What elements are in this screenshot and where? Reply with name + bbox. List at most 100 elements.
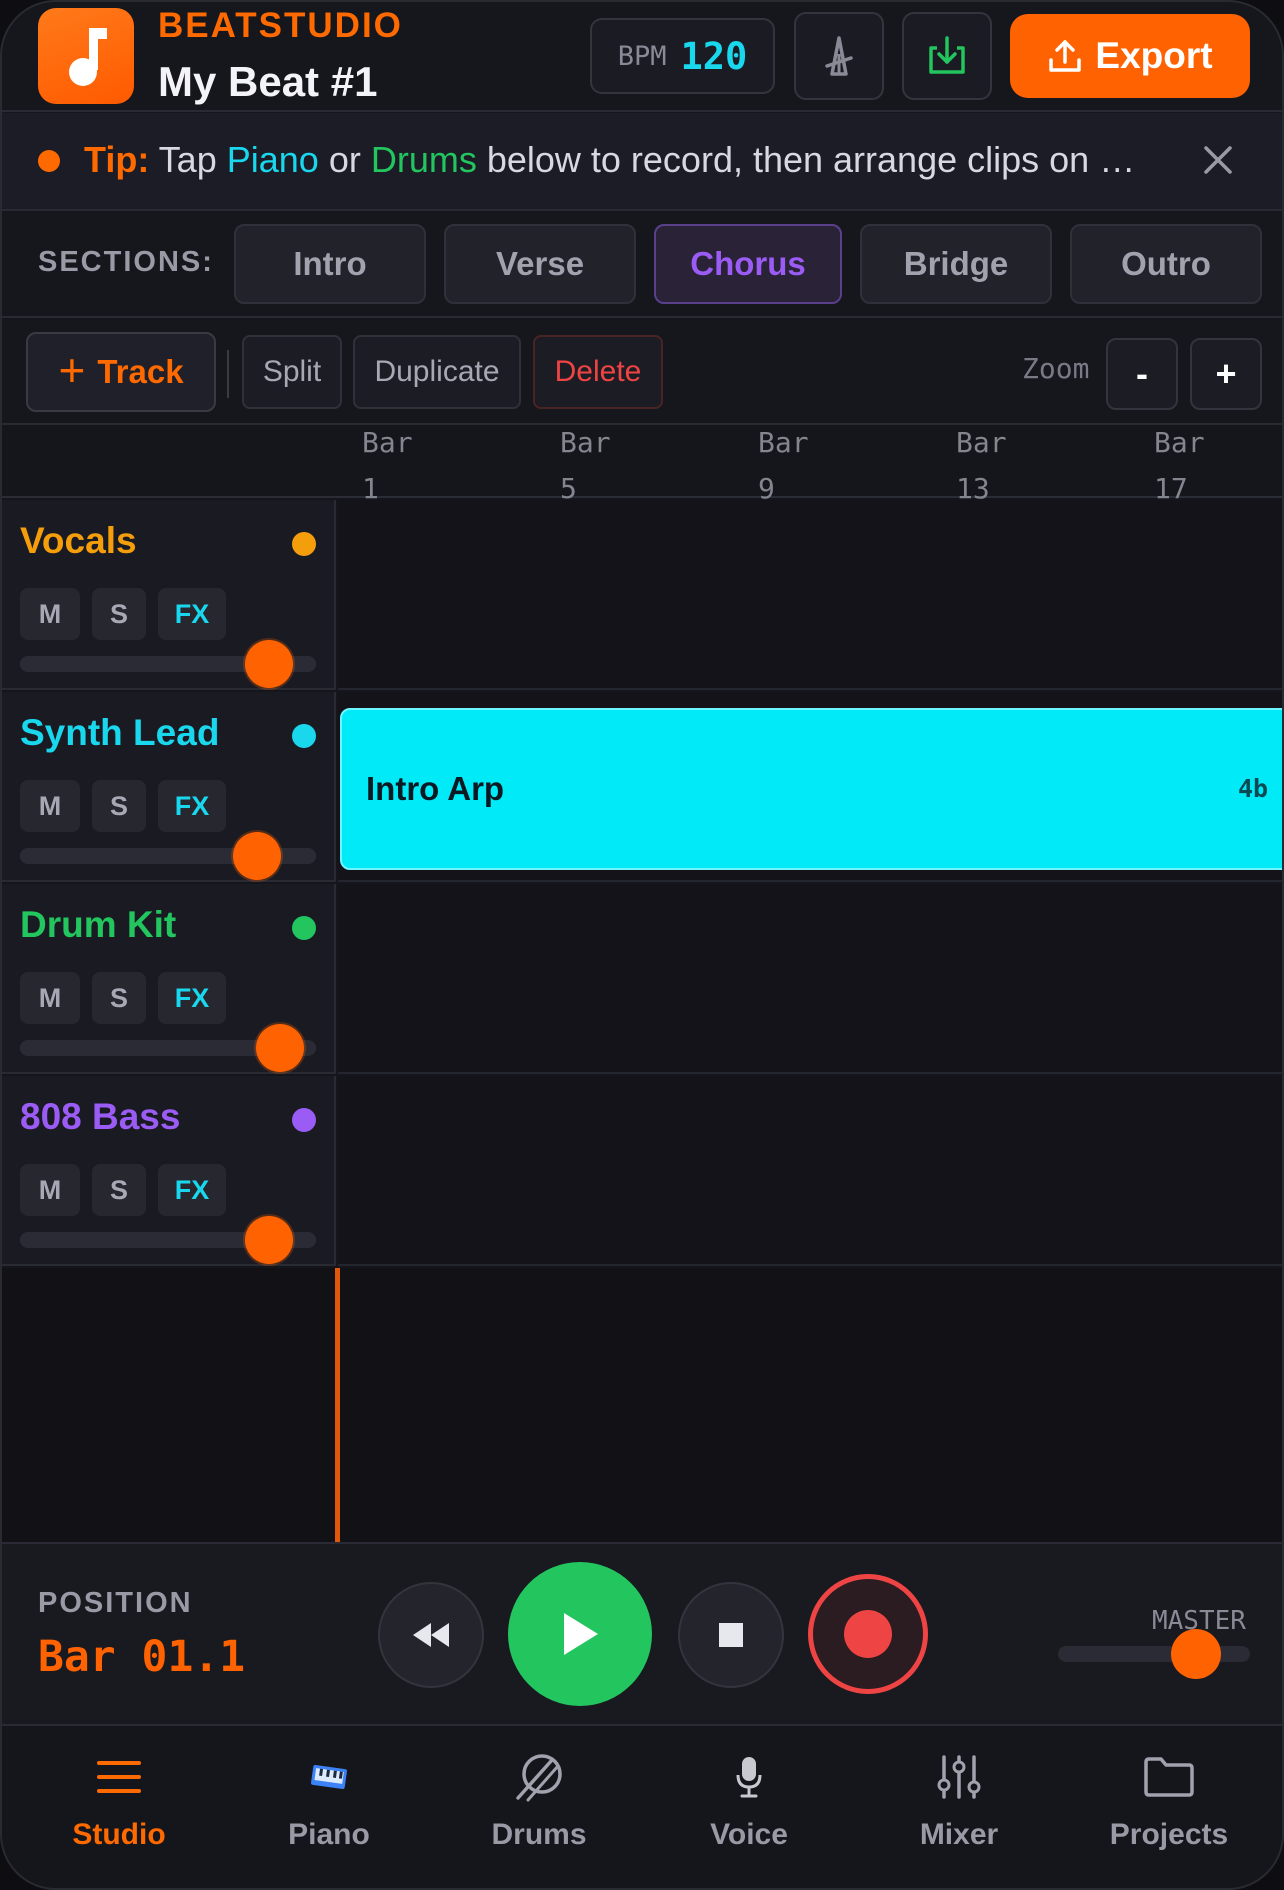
track-name: Drum Kit [20, 904, 177, 945]
tip-part: Tap [149, 139, 227, 180]
ruler-mark-word: Bar [560, 426, 611, 459]
volume-knob[interactable] [244, 640, 293, 688]
section-outro[interactable]: Outro [1070, 224, 1262, 304]
bpm-value: 120 [680, 34, 748, 78]
fx-button[interactable]: FX [158, 588, 226, 640]
ruler-mark-word: Bar [956, 426, 1007, 459]
playhead[interactable] [335, 1268, 340, 1542]
split-button[interactable]: Split [242, 335, 342, 409]
sliders-icon [932, 1750, 986, 1804]
ruler-mark: Bar 13 [956, 420, 1046, 512]
ruler-mark: Bar 9 [758, 420, 848, 512]
fx-button[interactable]: FX [158, 972, 226, 1024]
sections-label: SECTIONS: [38, 246, 214, 278]
save-button[interactable] [902, 12, 992, 100]
export-button[interactable]: Export [1010, 14, 1250, 98]
app-window: BEATSTUDIO My Beat #1 BPM 120 Export Tip… [0, 0, 1284, 1890]
clip-name: Intro Arp [366, 770, 505, 807]
plus-icon: + [58, 344, 86, 396]
section-chorus[interactable]: Chorus [654, 224, 842, 304]
track-header-vocals: Vocals M S FX [2, 500, 336, 690]
mute-button[interactable]: M [20, 972, 80, 1024]
save-icon [929, 36, 965, 74]
rewind-button[interactable] [378, 1582, 484, 1688]
ruler-mark: Bar 1 [362, 420, 452, 512]
tip-piano-link[interactable]: Piano [227, 139, 319, 180]
master-volume-slider[interactable] [1058, 1646, 1250, 1662]
section-bridge[interactable]: Bridge [860, 224, 1052, 304]
duplicate-button[interactable]: Duplicate [353, 335, 521, 409]
microphone-icon [722, 1750, 776, 1804]
rewind-icon [413, 1623, 449, 1647]
track-header-synth-lead: Synth Lead M S FX [2, 692, 336, 882]
position-value: Bar 01.1 [38, 1632, 246, 1682]
ruler-mark-word: Bar [1154, 426, 1205, 459]
track-name: Vocals [20, 520, 137, 561]
music-note-icon [69, 28, 107, 86]
upload-icon [1049, 40, 1082, 72]
nav-studio[interactable]: Studio [14, 1750, 224, 1860]
fx-button[interactable]: FX [158, 1164, 226, 1216]
app-logo [38, 8, 134, 104]
volume-knob[interactable] [232, 832, 281, 880]
master-volume-knob[interactable] [1171, 1629, 1222, 1679]
fx-button[interactable]: FX [158, 780, 226, 832]
close-icon [1204, 146, 1232, 174]
nav-piano[interactable]: Piano [224, 1750, 434, 1860]
nav-mixer[interactable]: Mixer [854, 1750, 1064, 1860]
tip-part: or [318, 139, 371, 180]
track-color-dot [292, 724, 316, 748]
ruler-mark-word: Bar [758, 426, 809, 459]
nav-drums[interactable]: Drums [434, 1750, 644, 1860]
play-button[interactable] [508, 1562, 652, 1706]
delete-button[interactable]: Delete [533, 335, 663, 409]
zoom-out-button[interactable]: - [1106, 338, 1178, 410]
mute-button[interactable]: M [20, 588, 80, 640]
metronome-button[interactable] [794, 12, 884, 100]
project-title[interactable]: My Beat #1 [158, 58, 377, 106]
menu-icon [92, 1750, 146, 1804]
folder-icon [1142, 1750, 1196, 1804]
add-track-button[interactable]: + Track [26, 332, 216, 412]
tip-drums-link[interactable]: Drums [371, 139, 477, 180]
mute-button[interactable]: M [20, 780, 80, 832]
zoom-in-button[interactable]: + [1190, 338, 1262, 410]
track-lane-808-bass[interactable] [338, 1076, 1282, 1266]
track-lane-drum-kit[interactable] [338, 884, 1282, 1074]
solo-button[interactable]: S [92, 588, 146, 640]
volume-knob[interactable] [244, 1216, 293, 1264]
track-color-dot [292, 916, 316, 940]
mute-button[interactable]: M [20, 1164, 80, 1216]
solo-button[interactable]: S [92, 1164, 146, 1216]
track-header-drum-kit: Drum Kit M S FX [2, 884, 336, 1074]
bpm-control[interactable]: BPM 120 [590, 18, 775, 94]
drum-icon [512, 1750, 566, 1804]
track-header-808-bass: 808 Bass M S FX [2, 1076, 336, 1266]
keyboard-icon [302, 1750, 356, 1804]
track-name: 808 Bass [20, 1096, 181, 1137]
track-lane-vocals[interactable] [338, 500, 1282, 690]
section-intro[interactable]: Intro [234, 224, 426, 304]
play-icon [564, 1613, 598, 1655]
brand-name: BEATSTUDIO [158, 6, 403, 45]
track-name: Synth Lead [20, 712, 220, 753]
solo-button[interactable]: S [92, 780, 146, 832]
stop-icon [719, 1623, 743, 1647]
clip-intro-arp[interactable]: Intro Arp 4b [340, 708, 1282, 870]
timeline-empty-area[interactable] [2, 1268, 1282, 1542]
close-tip-button[interactable] [1198, 140, 1238, 180]
section-verse[interactable]: Verse [444, 224, 636, 304]
nav-label: Voice [710, 1818, 788, 1851]
stop-button[interactable] [678, 1582, 784, 1688]
nav-projects[interactable]: Projects [1064, 1750, 1274, 1860]
metronome-icon [825, 36, 853, 76]
tip-indicator [38, 150, 60, 172]
record-button[interactable] [808, 1574, 928, 1694]
clip-length: 4b [1238, 774, 1269, 803]
nav-voice[interactable]: Voice [644, 1750, 854, 1860]
nav-label: Projects [1109, 1818, 1229, 1851]
nav-label: Studio [72, 1818, 166, 1851]
solo-button[interactable]: S [92, 972, 146, 1024]
volume-knob[interactable] [256, 1024, 305, 1072]
nav-label: Mixer [919, 1818, 999, 1851]
